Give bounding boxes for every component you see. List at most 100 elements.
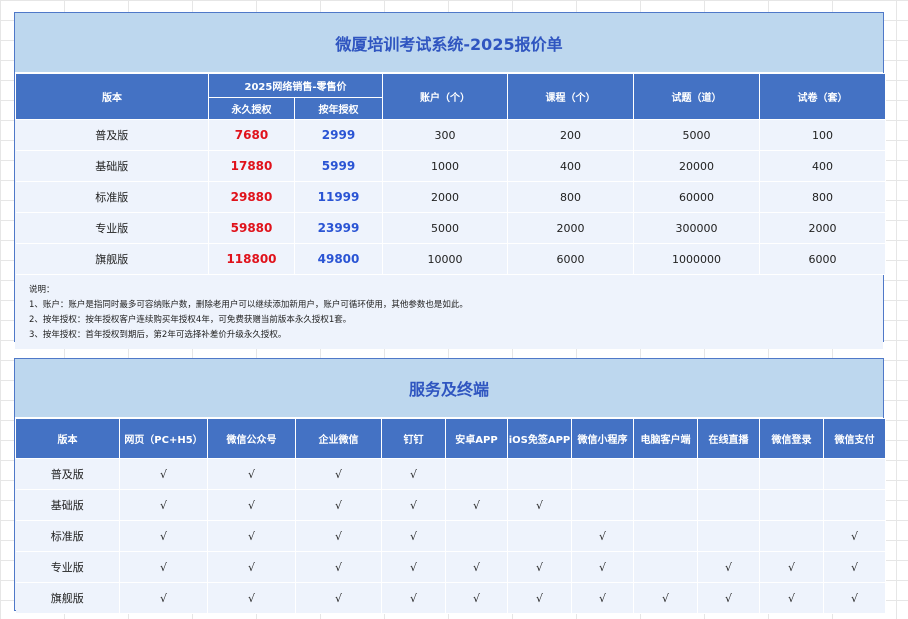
empty-cell: [759, 520, 824, 552]
version-cell: 基础版: [15, 150, 209, 182]
version-cell: 旗舰版: [15, 582, 120, 614]
courses-cell: 2000: [507, 212, 635, 244]
check-mark: √: [445, 551, 508, 583]
services-header-row: 版本 网页（PC+H5） 微信公众号 企业微信 钉钉 安卓APP iOS免签APP 微信小程序…: [15, 418, 886, 459]
check-mark: √: [381, 458, 446, 490]
perpetual-price: 29880: [208, 181, 295, 213]
header-wecom: 企业微信: [295, 418, 382, 459]
service-row: 普及版 √ √ √ √: [15, 458, 886, 490]
questions-cell: 20000: [633, 150, 761, 182]
version-cell: 标准版: [15, 181, 209, 213]
annual-price: 2999: [294, 119, 384, 151]
header-wechat-pay: 微信支付: [823, 418, 886, 459]
version-cell: 普及版: [15, 458, 120, 490]
empty-cell: [697, 520, 760, 552]
pricing-notes: 说明： 1、账户：账户是指同时最多可容纳账户数，删除老用户可以继续添加新用户，账…: [15, 275, 883, 349]
check-mark: √: [823, 551, 886, 583]
pricing-row: 旗舰版 118800 49800 10000 6000 1000000 6000: [15, 243, 887, 275]
version-cell: 专业版: [15, 551, 120, 583]
check-mark: √: [823, 582, 886, 614]
questions-cell: 5000: [633, 119, 761, 151]
check-mark: √: [507, 551, 572, 583]
services-block: 服务及终端 版本 网页（PC+H5） 微信公众号 企业微信 钉钉 安卓APP iOS免签AP…: [14, 358, 886, 614]
accounts-cell: 1000: [382, 150, 509, 182]
questions-cell: 300000: [633, 212, 761, 244]
papers-cell: 100: [759, 119, 887, 151]
check-mark: √: [633, 582, 698, 614]
check-mark: √: [119, 551, 208, 583]
papers-cell: 400: [759, 150, 887, 182]
empty-cell: [571, 489, 634, 521]
check-mark: √: [571, 520, 634, 552]
check-mark: √: [295, 489, 382, 521]
annual-price: 11999: [294, 181, 384, 213]
pricing-row: 标准版 29880 11999 2000 800 60000 800: [15, 181, 887, 213]
check-mark: √: [207, 551, 296, 583]
courses-cell: 6000: [507, 243, 635, 275]
check-mark: √: [207, 582, 296, 614]
check-mark: √: [381, 582, 446, 614]
header-web: 网页（PC+H5）: [119, 418, 208, 459]
empty-cell: [633, 489, 698, 521]
check-mark: √: [207, 489, 296, 521]
note-line: 说明：: [29, 285, 55, 295]
empty-cell: [445, 520, 508, 552]
check-mark: √: [381, 551, 446, 583]
perpetual-price: 59880: [208, 212, 295, 244]
empty-cell: [507, 520, 572, 552]
header-mini-program: 微信小程序: [571, 418, 634, 459]
header-dingtalk: 钉钉: [381, 418, 446, 459]
header-ios-app: iOS免签APP: [507, 418, 572, 459]
empty-cell: [633, 458, 698, 490]
check-mark: √: [823, 520, 886, 552]
empty-cell: [697, 458, 760, 490]
check-mark: √: [571, 551, 634, 583]
check-mark: √: [571, 582, 634, 614]
check-mark: √: [507, 582, 572, 614]
empty-cell: [571, 458, 634, 490]
header-wechat-login: 微信登录: [759, 418, 824, 459]
questions-cell: 1000000: [633, 243, 761, 275]
perpetual-price: 7680: [208, 119, 295, 151]
header-version: 版本: [15, 418, 120, 459]
header-version: 版本: [15, 73, 209, 120]
service-row: 专业版 √ √ √ √ √ √ √ √ √ √: [15, 551, 886, 583]
annual-price: 49800: [294, 243, 384, 275]
accounts-cell: 2000: [382, 181, 509, 213]
empty-cell: [823, 458, 886, 490]
services-table: 版本 网页（PC+H5） 微信公众号 企业微信 钉钉 安卓APP iOS免签APP 微信小程序…: [15, 418, 886, 614]
header-perpetual: 永久授权: [208, 97, 295, 120]
check-mark: √: [207, 520, 296, 552]
pricing-row: 普及版 7680 2999 300 200 5000 100: [15, 119, 887, 151]
header-courses: 课程（个）: [507, 73, 635, 120]
empty-cell: [759, 458, 824, 490]
version-cell: 普及版: [15, 119, 209, 151]
check-mark: √: [295, 582, 382, 614]
check-mark: √: [381, 520, 446, 552]
check-mark: √: [445, 582, 508, 614]
perpetual-price: 17880: [208, 150, 295, 182]
accounts-cell: 10000: [382, 243, 509, 275]
services-title: 服务及终端: [15, 359, 883, 418]
pricing-block: 微厦培训考试系统-2025报价单 版本 2025网络销售-零售价 账户（个） 课…: [14, 12, 887, 349]
courses-cell: 800: [507, 181, 635, 213]
check-mark: √: [295, 551, 382, 583]
check-mark: √: [381, 489, 446, 521]
accounts-cell: 5000: [382, 212, 509, 244]
annual-price: 5999: [294, 150, 384, 182]
check-mark: √: [119, 458, 208, 490]
check-mark: √: [119, 489, 208, 521]
accounts-cell: 300: [382, 119, 509, 151]
header-papers: 试卷（套）: [759, 73, 887, 120]
service-row: 基础版 √ √ √ √ √ √: [15, 489, 886, 521]
services-body: 普及版 √ √ √ √ 基础版 √ √ √ √ √ √ 标准版 √ √ √ √ √ √ 专业版 √ √ √ √ √ √ √ √ √ √ 旗舰…: [15, 458, 886, 614]
check-mark: √: [759, 551, 824, 583]
empty-cell: [697, 489, 760, 521]
check-mark: √: [697, 582, 760, 614]
check-mark: √: [119, 582, 208, 614]
version-cell: 基础版: [15, 489, 120, 521]
header-desktop-client: 电脑客户端: [633, 418, 698, 459]
version-cell: 标准版: [15, 520, 120, 552]
empty-cell: [507, 458, 572, 490]
service-row: 旗舰版 √ √ √ √ √ √ √ √ √ √ √: [15, 582, 886, 614]
